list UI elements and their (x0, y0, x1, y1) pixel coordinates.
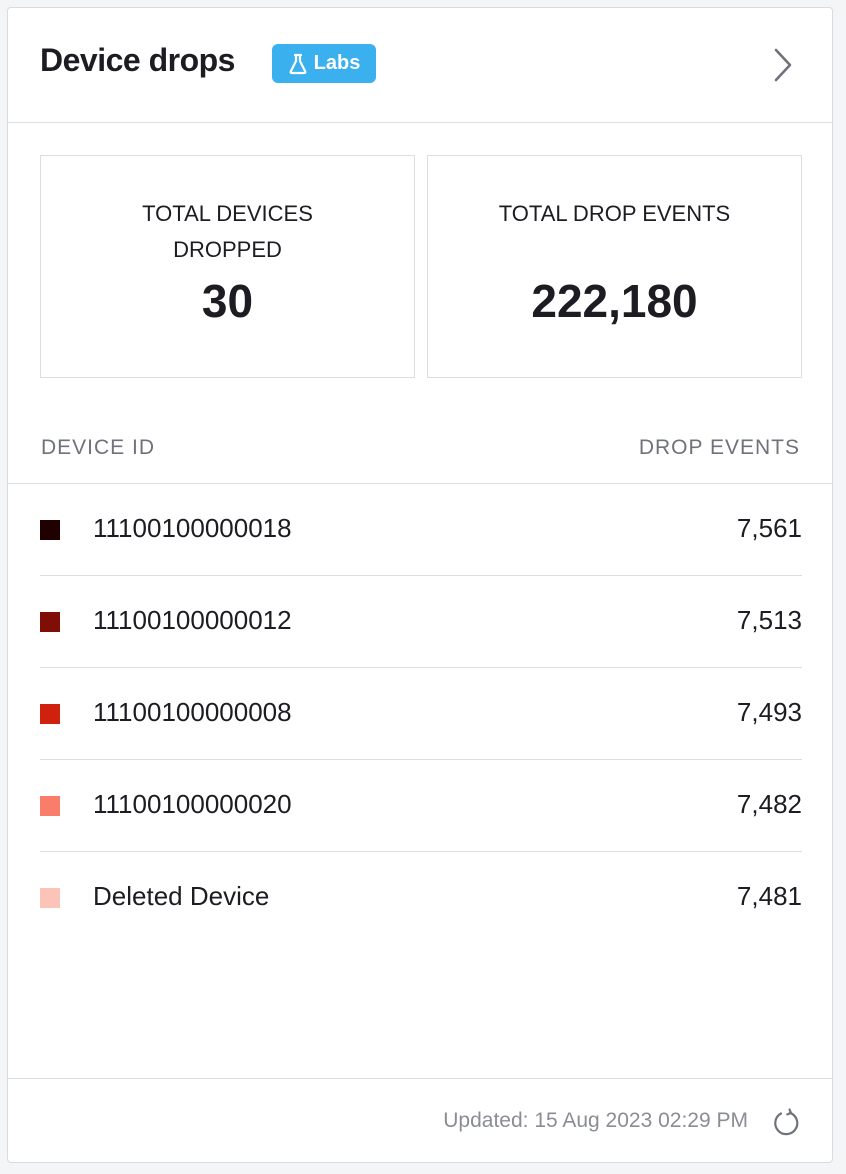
refresh-icon[interactable] (770, 1107, 802, 1139)
last-updated-text: Updated: 15 Aug 2023 02:29 PM (443, 1109, 748, 1132)
device-drops-card: Device drops Labs TOTAL DEVICES DROPPED … (7, 7, 833, 1163)
drop-events-count: 7,482 (736, 789, 802, 819)
total-devices-tile: TOTAL DEVICES DROPPED 30 (40, 155, 415, 378)
card-title: Device drops (40, 42, 235, 78)
legend-swatch (40, 888, 60, 908)
total-devices-value: 30 (201, 275, 254, 327)
device-id: 11100100000018 (93, 513, 292, 543)
legend-swatch (40, 796, 60, 816)
drop-events-count: 7,481 (736, 881, 802, 911)
labs-badge: Labs (272, 44, 376, 83)
legend-swatch (40, 612, 60, 632)
table-header: DEVICE ID DROP EVENTS (8, 420, 832, 484)
card-footer: Updated: 15 Aug 2023 02:29 PM (8, 1078, 832, 1165)
drop-events-count: 7,513 (736, 605, 802, 635)
total-events-tile: TOTAL DROP EVENTS 222,180 (427, 155, 802, 378)
device-id: Deleted Device (93, 881, 270, 911)
total-devices-label: TOTAL DEVICES DROPPED (142, 201, 313, 262)
table-row: Deleted Device 7,481 (40, 852, 802, 944)
table-row: 11100100000008 7,493 (40, 668, 802, 760)
total-events-value: 222,180 (531, 275, 698, 327)
legend-swatch (40, 520, 60, 540)
device-id: 11100100000008 (93, 697, 292, 727)
drop-events-count: 7,561 (736, 513, 802, 543)
table-row: 11100100000018 7,561 (40, 484, 802, 576)
column-header-drop-events: DROP EVENTS (638, 436, 800, 459)
device-id: 11100100000012 (93, 605, 292, 635)
table-row: 11100100000012 7,513 (40, 576, 802, 668)
table-row: 11100100000020 7,482 (40, 760, 802, 852)
column-header-device-id: DEVICE ID (41, 436, 156, 459)
device-id: 11100100000020 (93, 789, 292, 819)
legend-swatch (40, 704, 60, 724)
chevron-right-icon[interactable] (766, 46, 800, 84)
card-header: Device drops Labs (8, 8, 832, 123)
drop-events-count: 7,493 (736, 697, 802, 727)
device-list: 11100100000018 7,561 11100100000012 7,51… (40, 484, 802, 944)
labs-badge-label: Labs (313, 52, 361, 74)
total-events-label: TOTAL DROP EVENTS (498, 201, 731, 226)
flask-icon (288, 53, 308, 75)
